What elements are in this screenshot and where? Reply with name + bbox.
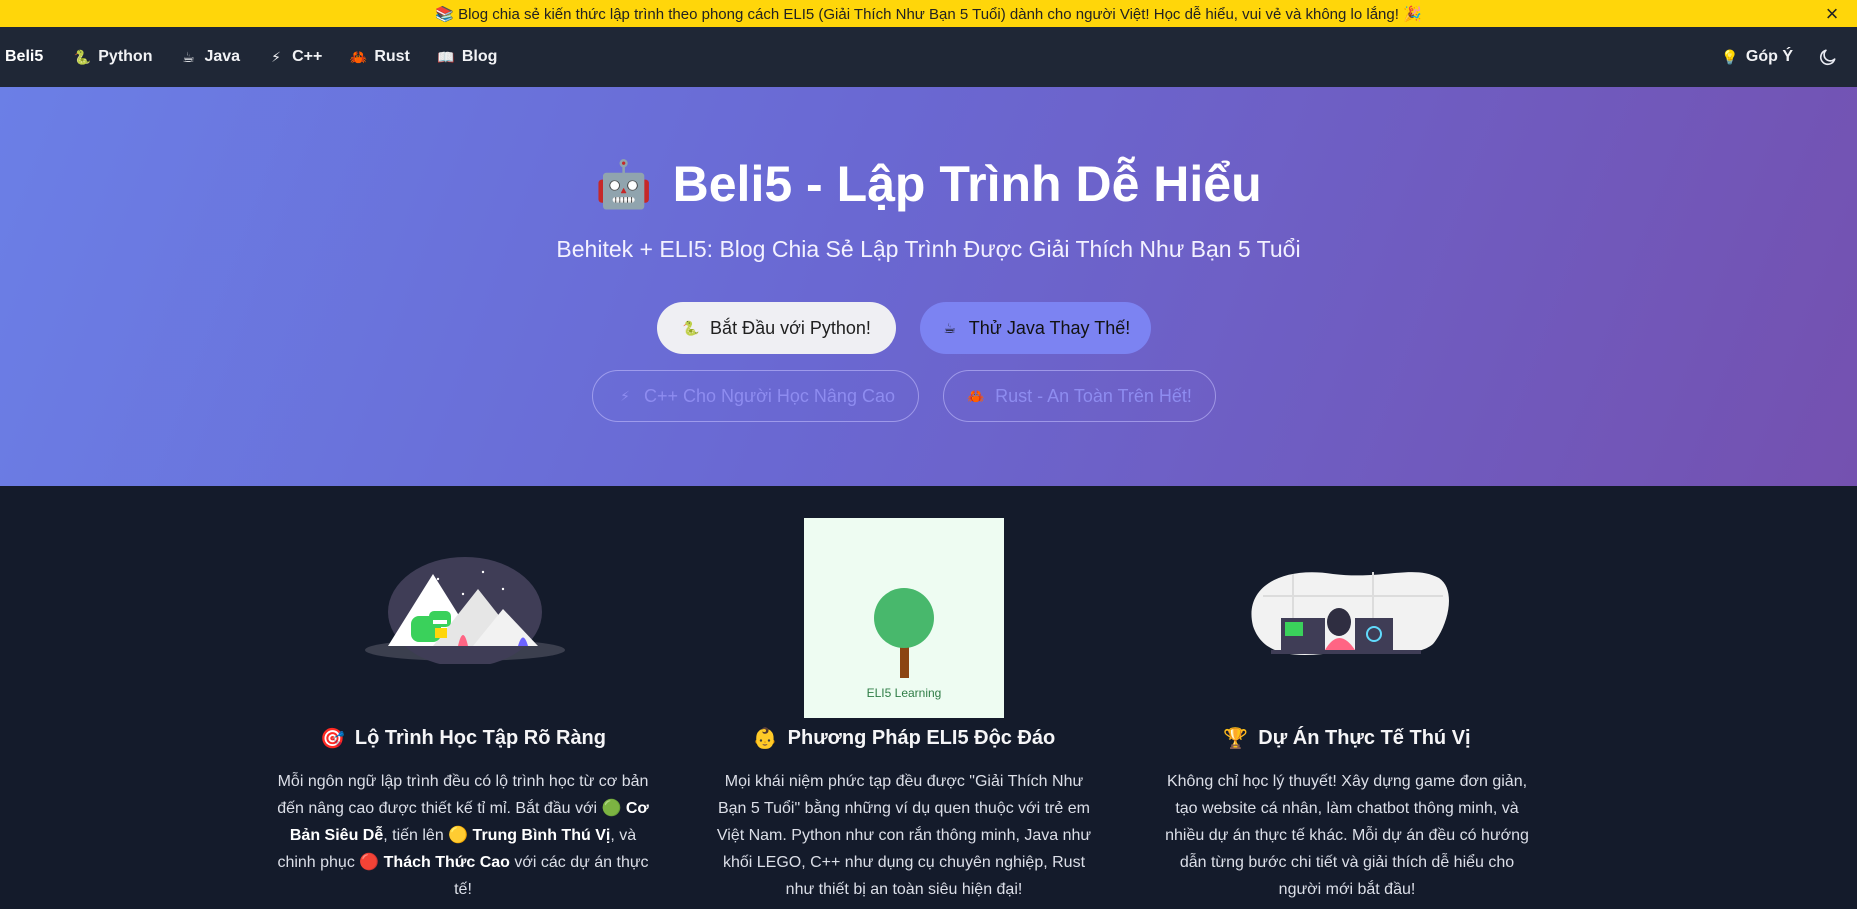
book-icon: 📖 (437, 48, 455, 65)
rust-safety-button[interactable]: 🦀 Rust - An Toàn Trên Hết! (943, 370, 1216, 422)
moon-icon (1819, 49, 1836, 66)
nav-item-rust[interactable]: 🦀 Rust (349, 48, 410, 66)
crab-icon: 🦀 (349, 48, 368, 65)
button-label: Thử Java Thay Thế! (968, 317, 1131, 338)
coffee-icon: ☕ (182, 48, 195, 65)
feedback-label: Góp Ý (1745, 48, 1793, 65)
green-circle-icon: 🟢 (601, 800, 622, 817)
feature-description: Mọi khái niệm phức tạp đều được "Giải Th… (716, 773, 1092, 898)
feature-title: 🏆 Dự Án Thực Tế Thú Vị (1157, 726, 1537, 751)
feature-text: Mỗi ngôn ngữ lập trình đều có lộ trình h… (277, 773, 649, 817)
image-caption: ELI5 Learning (866, 686, 942, 700)
button-label: C++ Cho Người Học Nâng Cao (644, 385, 895, 406)
start-python-button[interactable]: 🐍 Bắt Đầu với Python! (657, 302, 896, 354)
hero-title-text: Beli5 - Lập Trình Dễ Hiểu (672, 156, 1262, 212)
nav-item-label: Java (204, 48, 241, 65)
hero-section: 🤖 Beli5 - Lập Trình Dễ Hiểu Behitek + EL… (0, 87, 1857, 486)
lightning-icon: ⚡ (271, 48, 281, 65)
navbar: Beli5 🐍 Python ☕ Java ⚡ C++ 🦀 Rust 📖 Blo… (0, 27, 1857, 87)
nav-item-label: Python (98, 48, 153, 65)
features-section: 🎯 Lộ Trình Học Tập Rõ Ràng Mỗi ngôn ngữ … (0, 486, 1857, 909)
cpp-advanced-button[interactable]: ⚡ C++ Cho Người Học Nâng Cao (592, 370, 919, 422)
nav-item-blog[interactable]: 📖 Blog (437, 48, 498, 66)
python-icon: 🐍 (73, 48, 91, 65)
python-icon: 🐍 (682, 319, 700, 336)
announcement-bar: 📚 Blog chia sẻ kiến thức lập trình theo … (0, 0, 1857, 27)
brand-logo[interactable]: Beli5 (5, 48, 43, 66)
trophy-icon: 🏆 (1223, 728, 1249, 750)
feature-title: 👶 Phương Pháp ELI5 Độc Đáo (714, 726, 1094, 751)
feature-title-text: Lộ Trình Học Tập Rõ Ràng (354, 727, 606, 749)
nav-item-label: Blog (461, 48, 498, 65)
feature-description: Mỗi ngôn ngữ lập trình đều có lộ trình h… (273, 768, 653, 903)
robot-icon: 🤖 (595, 157, 653, 210)
coffee-icon: ☕ (943, 319, 957, 336)
lightning-icon: ⚡ (620, 387, 630, 404)
level-intermediate: Trung Bình Thú Vị (472, 827, 611, 844)
close-icon[interactable]: × (1821, 0, 1843, 27)
hero-title: 🤖 Beli5 - Lập Trình Dễ Hiểu (0, 155, 1857, 213)
developer-desk-illustration (1251, 572, 1449, 655)
lightbulb-icon: 💡 (1721, 48, 1739, 65)
red-circle-icon: 🔴 (359, 854, 380, 871)
hero-subtitle: Behitek + ELI5: Blog Chia Sẻ Lập Trình Đ… (556, 236, 1301, 262)
target-icon: 🎯 (319, 728, 345, 750)
feature-title: 🎯 Lộ Trình Học Tập Rõ Ràng (273, 726, 653, 751)
feature-description: Không chỉ học lý thuyết! Xây dựng game đ… (1165, 773, 1529, 898)
feedback-link[interactable]: 💡 Góp Ý (1721, 48, 1793, 66)
button-label: Rust - An Toàn Trên Hết! (995, 385, 1192, 406)
button-label: Bắt Đầu với Python! (710, 317, 871, 338)
theme-toggle-button[interactable] (1815, 44, 1841, 70)
nav-item-python[interactable]: 🐍 Python (73, 48, 153, 66)
crab-icon: 🦀 (967, 387, 985, 404)
eli5-learning-image: ELI5 Learning (804, 518, 1004, 718)
nav-item-java[interactable]: ☕ Java (179, 48, 240, 66)
nav-item-cpp[interactable]: ⚡ C++ (267, 48, 322, 66)
nav-item-label: C++ (292, 48, 323, 65)
feature-title-text: Dự Án Thực Tế Thú Vị (1258, 727, 1471, 749)
feature-text: , tiến lên (383, 827, 449, 844)
nav-item-label: Rust (374, 48, 410, 65)
announcement-text: 📚 Blog chia sẻ kiến thức lập trình theo … (435, 5, 1422, 23)
level-advanced: Thách Thức Cao (383, 854, 510, 871)
yellow-circle-icon: 🟡 (448, 827, 469, 844)
try-java-button[interactable]: ☕ Thử Java Thay Thế! (920, 302, 1151, 354)
baby-icon: 👶 (752, 728, 778, 750)
feature-title-text: Phương Pháp ELI5 Độc Đáo (787, 727, 1056, 749)
mountain-dino-illustration (365, 557, 565, 664)
